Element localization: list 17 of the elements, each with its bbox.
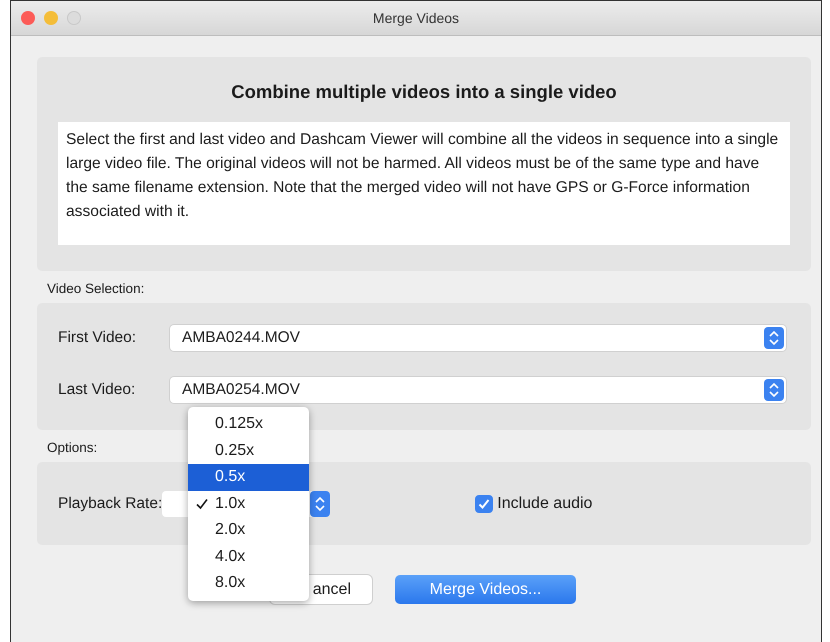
field-label: Last Video: bbox=[58, 381, 136, 399]
menu-item[interactable]: 0.25x bbox=[188, 438, 309, 464]
include-audio-checkbox[interactable]: Include audio bbox=[475, 494, 592, 512]
video-dropdown[interactable]: AMBA0244.MOV bbox=[170, 325, 786, 351]
playback-rate-label: Playback Rate: bbox=[58, 494, 162, 512]
video-dropdown[interactable]: AMBA0254.MOV bbox=[170, 377, 786, 403]
menu-item[interactable]: 4.0x bbox=[188, 544, 309, 570]
window-title: Merge Videos bbox=[372, 10, 460, 26]
section-label: Video Selection: bbox=[47, 281, 144, 298]
menu-item[interactable]: 2.0x bbox=[188, 517, 309, 544]
field-label: First Video: bbox=[58, 329, 138, 347]
menu-item[interactable]: 0.5x bbox=[188, 464, 309, 490]
description-text: Select the first and last video and Dashcam Viewer will combine all the videos in sequence into a single large video file. The original videos will not be harmed. All videos must be of the same type and have the same filename extension. Note that the merged video will not have GPS or G-Force information associated with it. bbox=[58, 122, 790, 245]
section-label: Options: bbox=[47, 440, 98, 457]
menu-item[interactable]: 1.0x bbox=[188, 490, 309, 517]
menu-item[interactable]: 0.125x bbox=[188, 411, 309, 438]
heading: Combine multiple videos into a single video bbox=[230, 81, 618, 103]
